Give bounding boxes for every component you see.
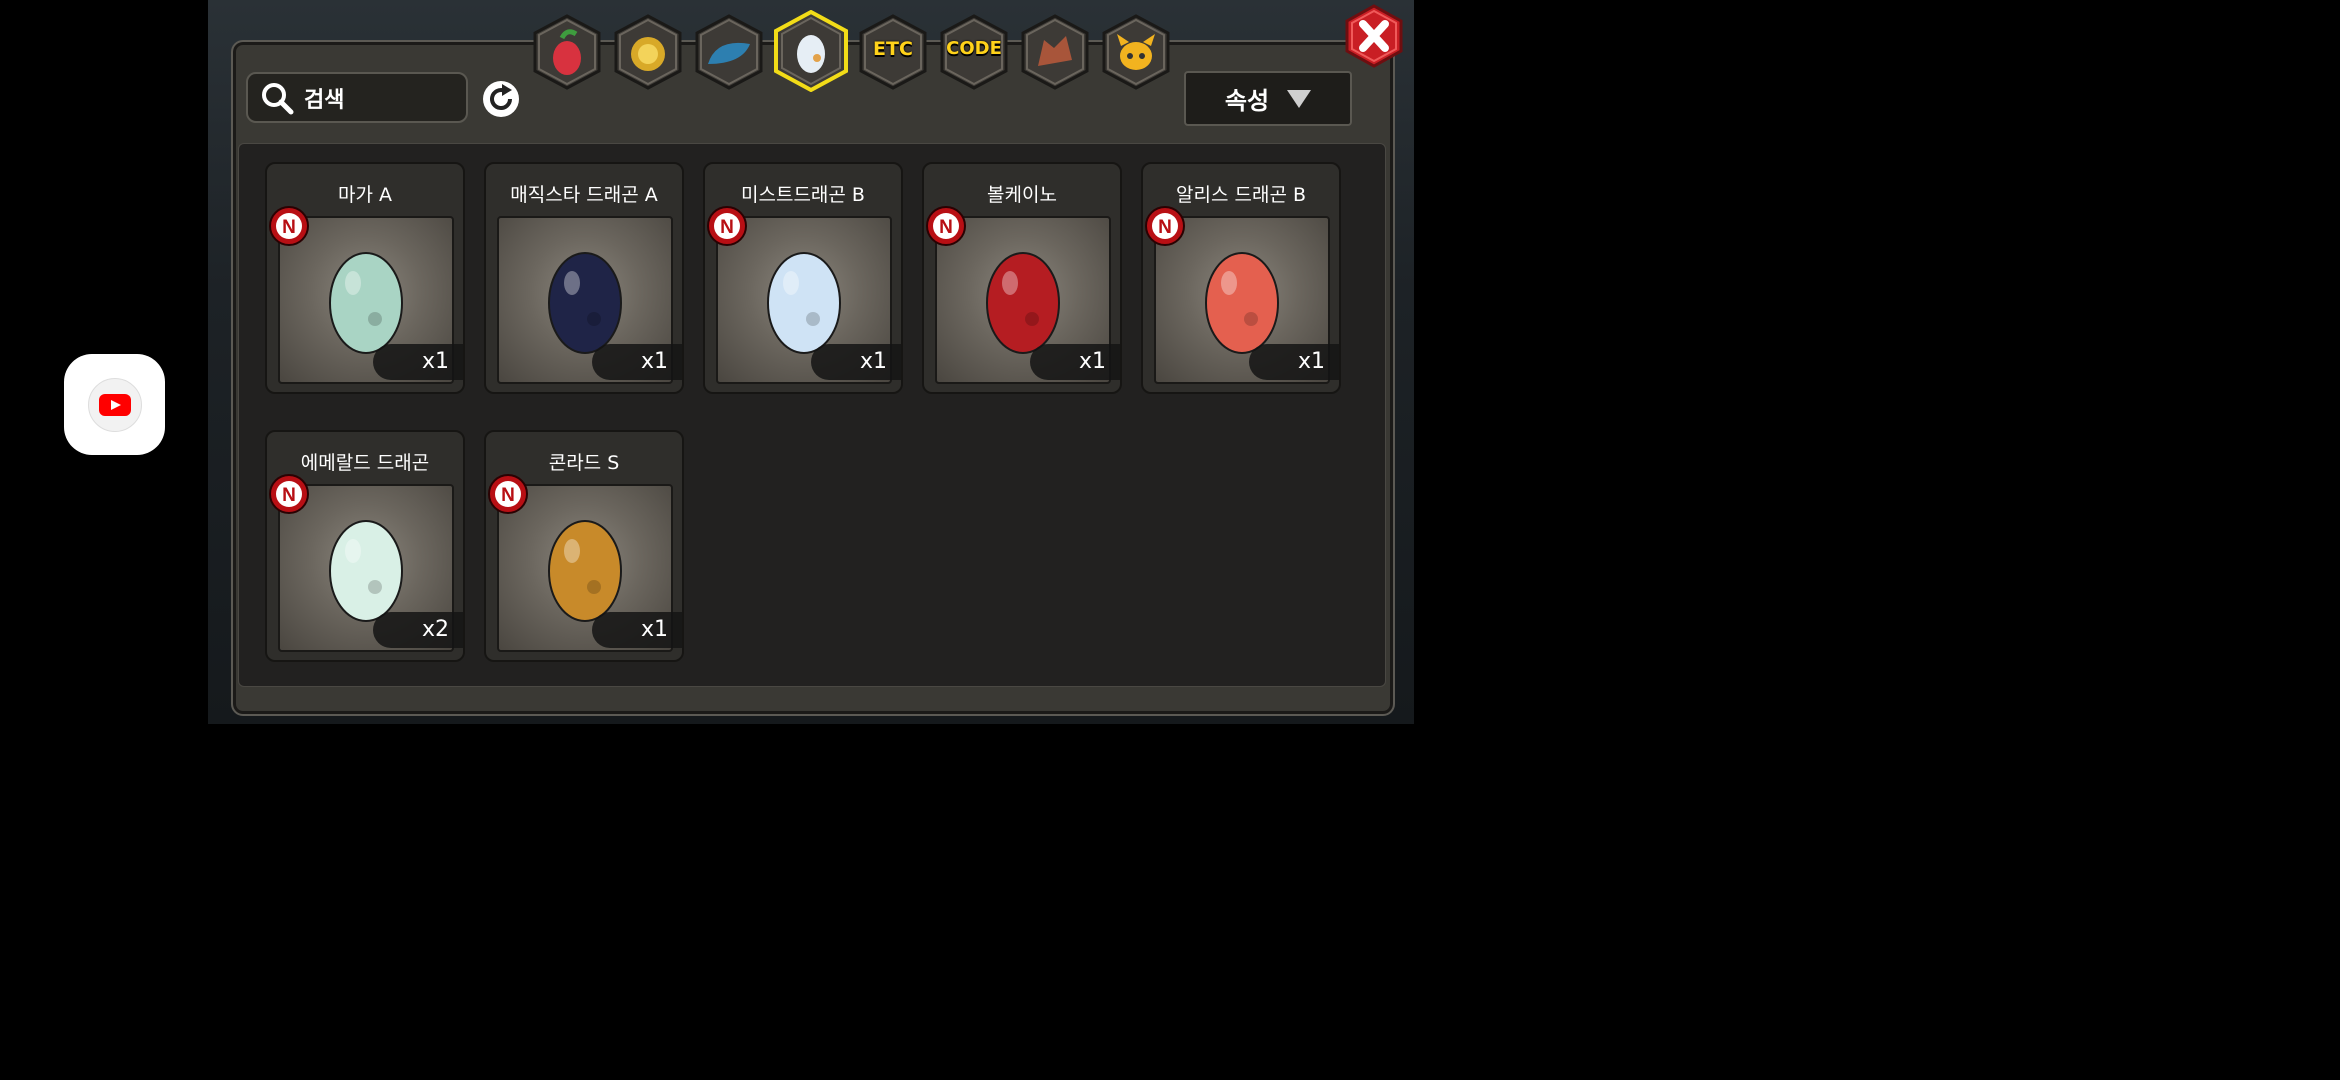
tab-mask[interactable] bbox=[1101, 14, 1171, 90]
svg-text:N: N bbox=[1158, 217, 1172, 238]
item-quantity: x1 bbox=[1030, 344, 1120, 380]
svg-text:N: N bbox=[720, 217, 734, 238]
chevron-down-icon bbox=[1287, 89, 1312, 108]
search-icon bbox=[262, 82, 294, 114]
svg-text:N: N bbox=[501, 485, 515, 506]
tab-fruit[interactable] bbox=[532, 14, 602, 90]
tab-etc[interactable]: ETC bbox=[858, 14, 928, 90]
tab-egg[interactable] bbox=[773, 9, 849, 93]
item-name: 매직스타 드래곤 A bbox=[510, 184, 658, 206]
item-card[interactable]: 볼케이노 Nx1 bbox=[922, 162, 1122, 394]
tab-gold[interactable] bbox=[613, 14, 683, 90]
svg-text:N: N bbox=[282, 485, 296, 506]
item-name: 미스트드래곤 B bbox=[741, 184, 865, 206]
item-name: 콘라드 S bbox=[548, 452, 620, 474]
sort-dropdown[interactable]: 속성 bbox=[1184, 71, 1352, 126]
tab-etc-label: ETC bbox=[873, 38, 913, 60]
item-quantity: x1 bbox=[1249, 344, 1339, 380]
tab-dragon[interactable] bbox=[1020, 14, 1090, 90]
new-badge: N bbox=[269, 474, 309, 514]
item-quantity: x1 bbox=[592, 344, 682, 380]
tab-code[interactable]: CODE bbox=[939, 14, 1009, 90]
item-card[interactable]: 에메랄드 드래곤 Nx2 bbox=[265, 430, 465, 662]
svg-text:N: N bbox=[282, 217, 296, 238]
tab-code-label: CODE bbox=[946, 38, 1002, 59]
item-card[interactable]: 알리스 드래곤 B Nx1 bbox=[1141, 162, 1341, 394]
sort-label: 속성 bbox=[1224, 87, 1270, 115]
new-badge: N bbox=[269, 206, 309, 246]
item-name: 에메랄드 드래곤 bbox=[300, 452, 430, 474]
refresh-icon[interactable] bbox=[482, 80, 520, 118]
item-name: 마가 A bbox=[338, 184, 392, 206]
item-quantity: x1 bbox=[811, 344, 901, 380]
item-name: 볼케이노 bbox=[987, 184, 1057, 206]
svg-text:N: N bbox=[939, 217, 953, 238]
item-card[interactable]: 마가 A Nx1 bbox=[265, 162, 465, 394]
item-quantity: x2 bbox=[373, 612, 463, 648]
new-badge: N bbox=[707, 206, 747, 246]
item-card[interactable]: 콘라드 S Nx1 bbox=[484, 430, 684, 662]
close-button[interactable] bbox=[1343, 4, 1405, 68]
tab-dragon-scale[interactable] bbox=[694, 14, 764, 90]
item-quantity: x1 bbox=[592, 612, 682, 648]
item-quantity: x1 bbox=[373, 344, 463, 380]
item-card[interactable]: 매직스타 드래곤 A x1 bbox=[484, 162, 684, 394]
search-input[interactable]: 검색 bbox=[246, 72, 468, 123]
new-badge: N bbox=[1145, 206, 1185, 246]
item-name: 알리스 드래곤 B bbox=[1176, 184, 1306, 206]
new-badge: N bbox=[926, 206, 966, 246]
youtube-floating-button[interactable] bbox=[64, 354, 165, 455]
item-card[interactable]: 미스트드래곤 B Nx1 bbox=[703, 162, 903, 394]
youtube-icon bbox=[87, 377, 142, 432]
search-placeholder: 검색 bbox=[304, 87, 345, 113]
close-icon bbox=[1345, 4, 1403, 68]
new-badge: N bbox=[488, 474, 528, 514]
